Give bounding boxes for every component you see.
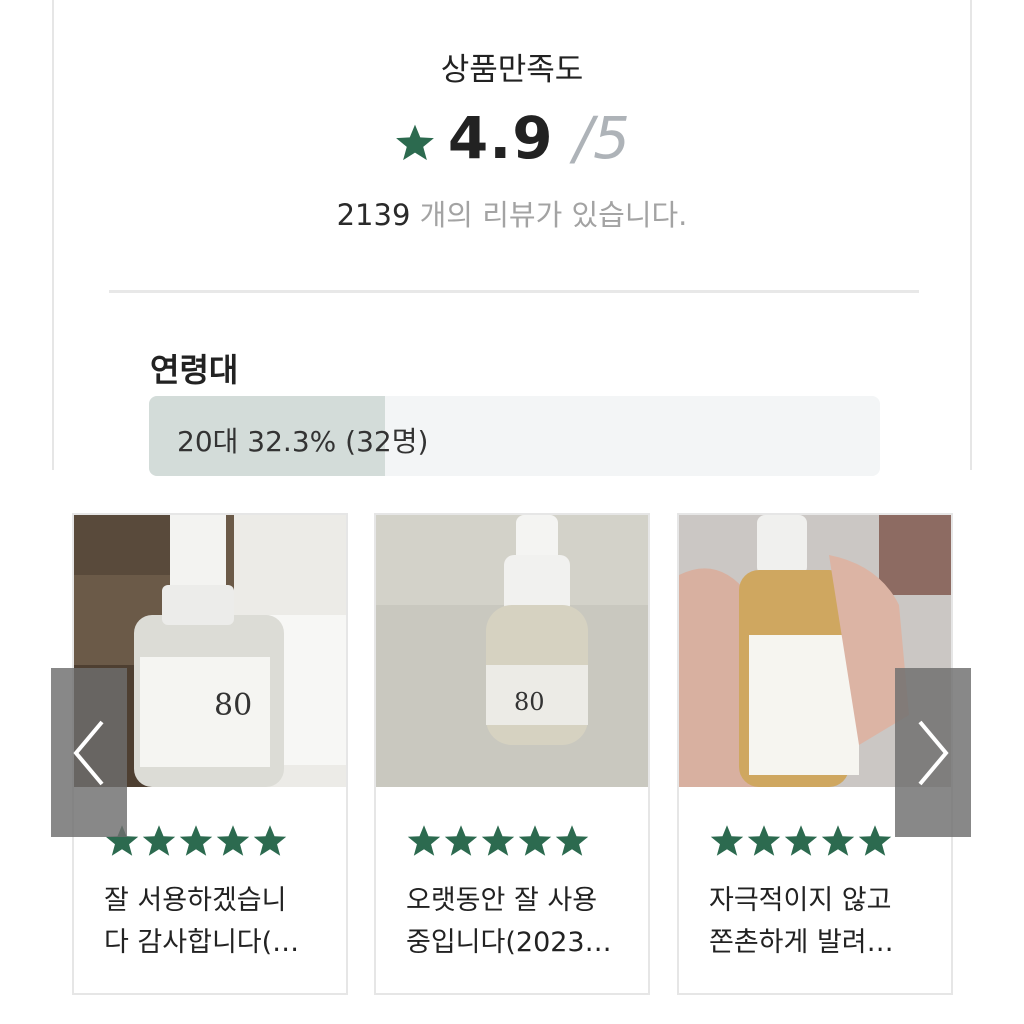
star-icon [395, 124, 434, 161]
rating-stars [104, 823, 288, 863]
chevron-right-icon [918, 720, 949, 785]
review-card[interactable]: 80 오랫동안 잘 사용 중입니다(2023… [374, 513, 650, 995]
svg-text:80: 80 [514, 688, 545, 716]
star-icon [820, 823, 856, 863]
prev-button[interactable] [51, 668, 127, 837]
star-icon [406, 823, 442, 863]
star-icon [746, 823, 782, 863]
svg-text:80: 80 [214, 688, 252, 723]
average-score: 4.9 [447, 104, 554, 172]
review-count: 2139 [336, 198, 411, 232]
review-text: 잘 서용하겠습니 다 감사합니다(… [104, 885, 300, 958]
star-icon [443, 823, 479, 863]
next-button[interactable] [895, 668, 971, 837]
star-icon [857, 823, 893, 863]
star-icon [709, 823, 745, 863]
star-icon [480, 823, 516, 863]
star-icon [141, 823, 177, 863]
age-group-label: 20대 32.3% (32명) [177, 425, 429, 458]
review-count-line: 2139 개의 리뷰가 있습니다. [54, 192, 970, 234]
rating-stars [709, 823, 893, 863]
review-photo[interactable]: 80 [376, 515, 648, 787]
age-group-bar: 20대 32.3% (32명) [149, 396, 880, 476]
star-icon [554, 823, 590, 863]
star-icon [215, 823, 251, 863]
score-row: 4.9 /5 [54, 104, 970, 172]
review-text: 자극적이지 않고 쫀촌하게 발려… [709, 885, 894, 958]
score-max: /5 [573, 104, 631, 172]
satisfaction-title: 상품만족도 [440, 52, 584, 88]
star-icon [517, 823, 553, 863]
review-text: 오랫동안 잘 사용 중입니다(2023… [406, 885, 612, 958]
star-icon [783, 823, 819, 863]
satisfaction-summary: 상품만족도 4.9 /5 2139 개의 리뷰가 있습니다. 연령대 20대 3… [52, 0, 972, 476]
star-icon [178, 823, 214, 863]
rating-stars [406, 823, 590, 863]
star-icon [252, 823, 288, 863]
divider [109, 290, 919, 293]
age-group-title: 연령대 [150, 351, 239, 389]
chevron-left-icon [73, 720, 104, 785]
review-count-text: 개의 리뷰가 있습니다. [410, 198, 688, 232]
